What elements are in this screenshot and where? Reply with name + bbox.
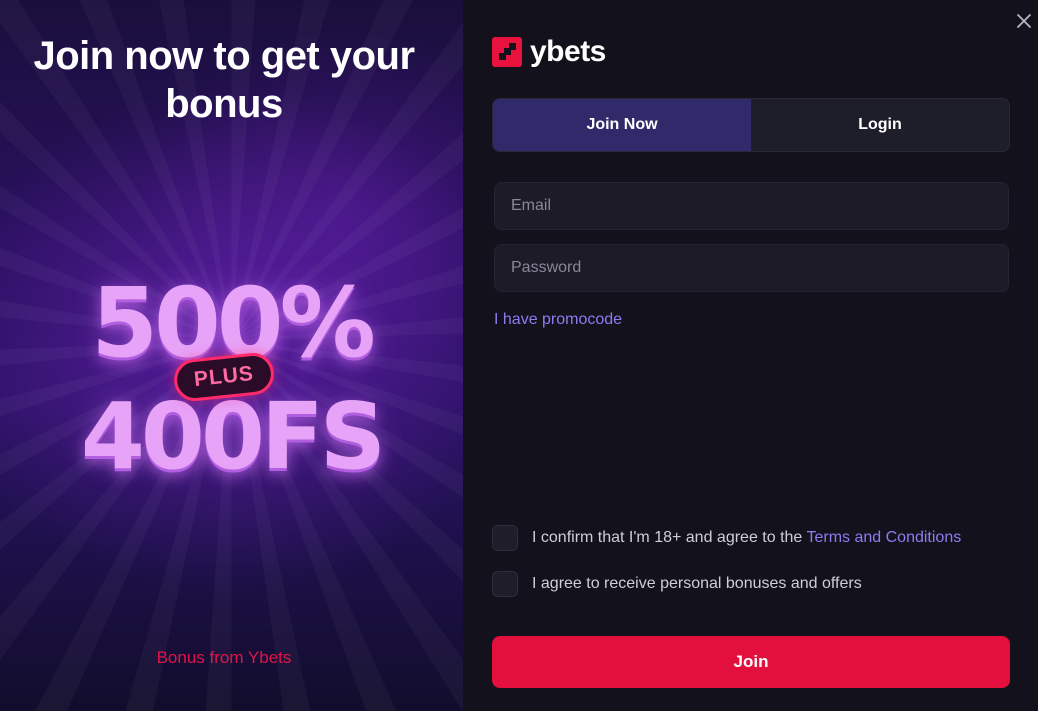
offers-checkbox[interactable]: [492, 571, 518, 597]
age-terms-checkbox[interactable]: [492, 525, 518, 551]
brand: ybets: [492, 35, 606, 69]
offers-consent: I agree to receive personal bonuses and …: [492, 571, 862, 597]
auth-tabs: Join Now Login: [492, 98, 1010, 152]
terms-link[interactable]: Terms and Conditions: [806, 529, 961, 546]
ybets-logo-icon: [492, 37, 522, 67]
promo-headline-freespins: 400FS: [80, 383, 386, 490]
age-terms-text: I confirm that I'm 18+ and agree to the: [532, 529, 807, 546]
bonus-source-label: Bonus from Ybets: [156, 648, 292, 667]
brand-name: ybets: [530, 35, 606, 68]
password-field[interactable]: [494, 244, 1009, 292]
tab-join-now[interactable]: Join Now: [493, 99, 751, 151]
join-button[interactable]: Join: [492, 636, 1010, 688]
signup-modal: Join now to get your bonus 500% 400FS PL…: [0, 0, 1038, 711]
promo-panel: Join now to get your bonus 500% 400FS PL…: [0, 0, 463, 711]
close-icon[interactable]: [1015, 12, 1033, 30]
age-terms-label: I confirm that I'm 18+ and agree to the …: [532, 529, 961, 547]
form-panel: ybets Join Now Login I have promocode I …: [463, 0, 1038, 711]
age-terms-consent: I confirm that I'm 18+ and agree to the …: [492, 525, 961, 551]
email-field[interactable]: [494, 182, 1009, 230]
promocode-link[interactable]: I have promocode: [494, 311, 622, 329]
offers-label: I agree to receive personal bonuses and …: [532, 575, 862, 592]
promo-title: Join now to get your bonus: [33, 34, 415, 126]
tab-login[interactable]: Login: [751, 99, 1009, 151]
